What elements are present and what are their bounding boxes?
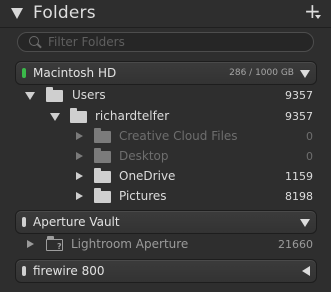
folder-row-desktop[interactable]: Desktop 0	[0, 147, 331, 167]
volume-header-aperture-vault[interactable]: Aperture Vault	[15, 210, 317, 234]
volume-name: Macintosh HD	[33, 66, 117, 80]
folders-panel-header[interactable]: Folders +	[0, 0, 331, 28]
folder-label: Lightroom Aperture	[71, 237, 189, 251]
disclosure-collapsed-icon[interactable]	[76, 172, 83, 180]
folder-label: Users	[72, 88, 106, 102]
volume-name: Aperture Vault	[33, 215, 120, 229]
folder-row-users[interactable]: Users 9357	[0, 86, 331, 106]
folder-count: 9357	[285, 89, 313, 102]
volume-collapsed-triangle-icon[interactable]	[302, 266, 310, 276]
add-folder-menu-caret-icon[interactable]	[315, 15, 321, 19]
volume-size: 286 / 1000 GB	[229, 68, 294, 78]
folder-icon	[94, 128, 111, 143]
folder-icon	[94, 148, 111, 163]
folder-count: 21660	[278, 238, 313, 251]
disclosure-collapsed-icon[interactable]	[76, 132, 83, 140]
volume-name: firewire 800	[33, 264, 105, 278]
folder-count: 9357	[285, 110, 313, 123]
volume-expanded-triangle-icon[interactable]	[300, 219, 310, 227]
folder-row-creative-cloud-files[interactable]: Creative Cloud Files 0	[0, 127, 331, 147]
folder-label: Pictures	[119, 189, 167, 203]
folder-count: 1159	[285, 170, 313, 183]
filter-folders-placeholder: Filter Folders	[48, 35, 125, 49]
folder-icon	[94, 188, 111, 203]
folder-icon	[70, 108, 87, 123]
panel-title: Folders	[33, 3, 96, 23]
missing-folder-icon: ?	[46, 236, 63, 251]
filter-folders-search[interactable]: Filter Folders	[17, 32, 314, 52]
volume-expanded-triangle-icon[interactable]	[300, 70, 310, 78]
folder-label: Creative Cloud Files	[119, 129, 238, 143]
disclosure-collapsed-icon[interactable]	[27, 240, 34, 248]
volume-status-led-icon	[22, 68, 26, 78]
volume-status-led-icon	[22, 266, 26, 276]
volume-status-led-icon	[22, 217, 26, 227]
folders-panel: Folders + Filter Folders Macintosh HD 28…	[0, 0, 331, 292]
volume-header-firewire-800[interactable]: firewire 800	[15, 259, 317, 283]
folder-label: Desktop	[119, 149, 169, 163]
disclosure-collapsed-icon[interactable]	[76, 152, 83, 160]
collapse-panel-triangle-icon[interactable]	[11, 8, 23, 19]
folder-label: OneDrive	[119, 169, 176, 183]
folder-count: 0	[306, 150, 313, 163]
folder-count: 0	[306, 130, 313, 143]
volume-header-macintosh-hd[interactable]: Macintosh HD 286 / 1000 GB	[15, 61, 317, 85]
folder-row-pictures[interactable]: Pictures 8198	[0, 187, 331, 207]
search-magnifier-handle	[37, 43, 42, 49]
folder-row-onedrive[interactable]: OneDrive 1159	[0, 167, 331, 187]
disclosure-expanded-icon[interactable]	[50, 113, 60, 121]
folder-count: 8198	[285, 190, 313, 203]
folder-row-richardtelfer[interactable]: richardtelfer 9357	[0, 107, 331, 127]
folder-label: richardtelfer	[95, 109, 170, 123]
folder-icon	[46, 87, 63, 102]
disclosure-expanded-icon[interactable]	[25, 92, 35, 100]
folder-row-lightroom-aperture[interactable]: ? Lightroom Aperture 21660	[0, 235, 331, 255]
disclosure-collapsed-icon[interactable]	[76, 192, 83, 200]
folder-icon	[94, 168, 111, 183]
